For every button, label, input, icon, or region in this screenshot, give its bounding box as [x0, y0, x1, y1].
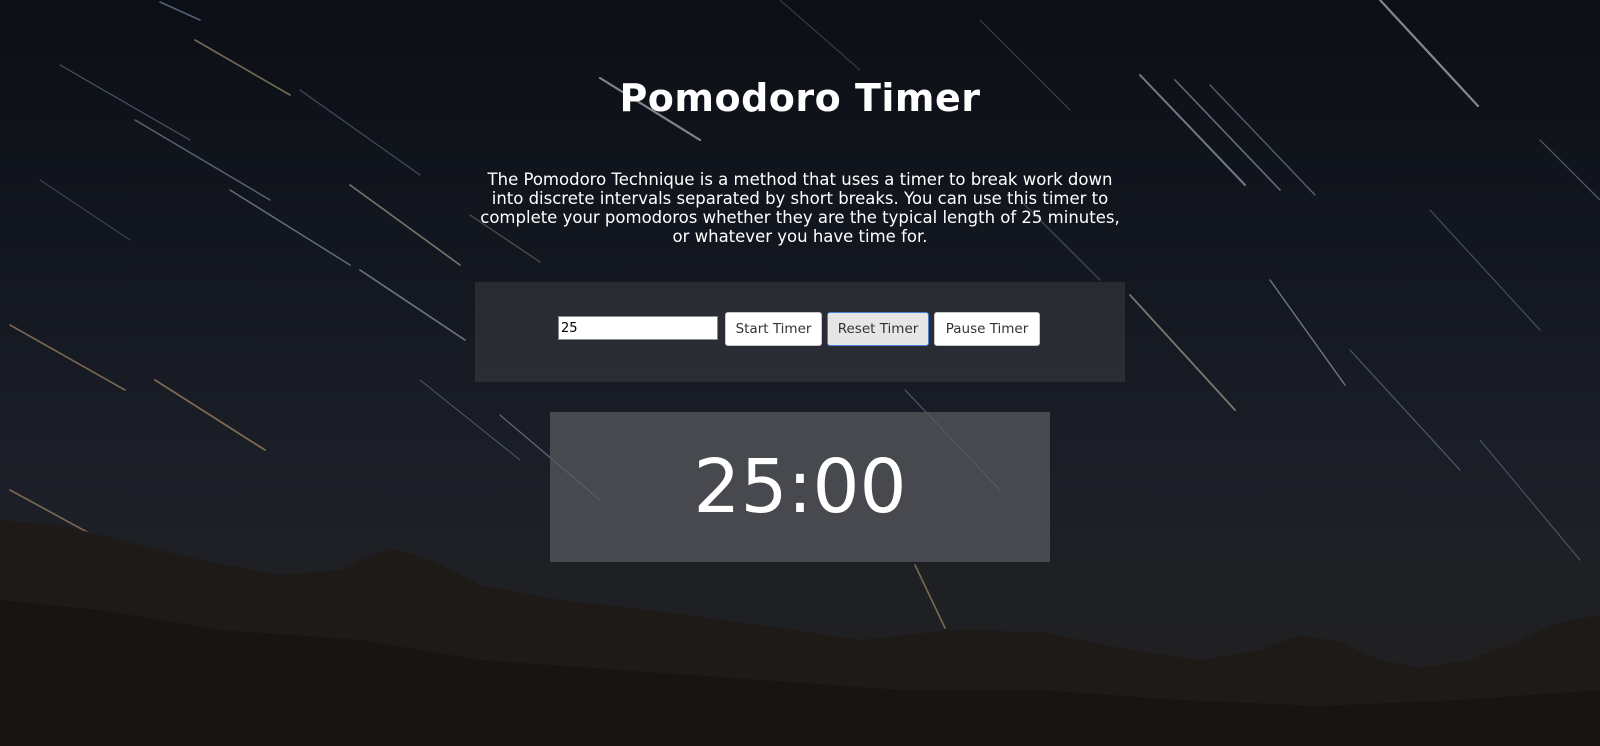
page-title: Pomodoro Timer	[619, 76, 981, 120]
timer-display: 25:00	[693, 444, 907, 530]
page-content: Pomodoro Timer The Pomodoro Technique is…	[0, 0, 1600, 746]
timer-panel: 25:00	[550, 412, 1050, 562]
pause-timer-button[interactable]: Pause Timer	[934, 312, 1040, 346]
page-description: The Pomodoro Technique is a method that …	[480, 170, 1120, 246]
timer-controls-panel: Start Timer Reset Timer Pause Timer	[475, 282, 1125, 382]
minutes-input[interactable]	[558, 316, 718, 340]
start-timer-button[interactable]: Start Timer	[725, 312, 822, 346]
reset-timer-button[interactable]: Reset Timer	[827, 312, 929, 346]
